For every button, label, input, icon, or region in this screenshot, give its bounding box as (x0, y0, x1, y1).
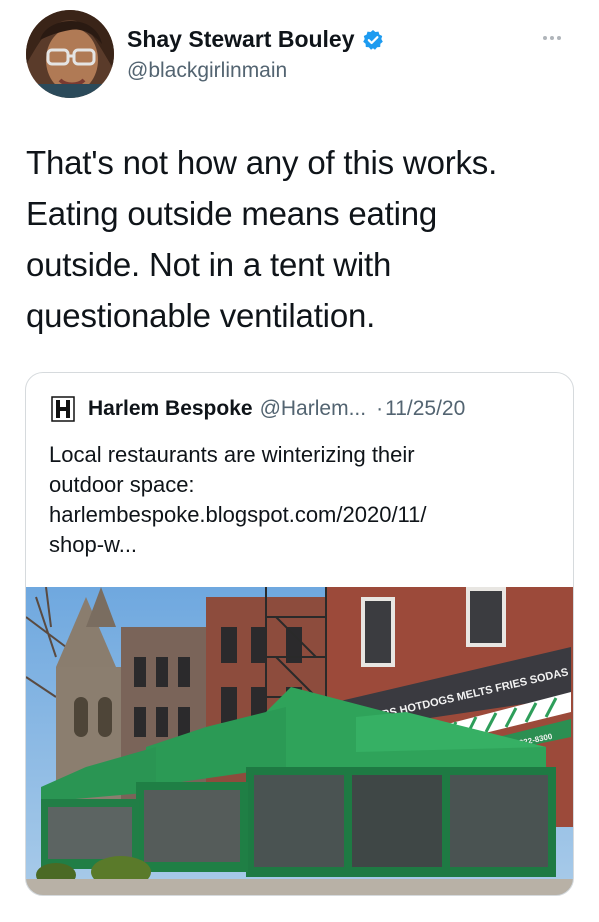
avatar[interactable] (26, 10, 114, 98)
tweet-text: That's not how any of this works. Eating… (26, 137, 576, 341)
tweet-header: Shay Stewart Bouley @blackgirlinmain (0, 0, 599, 110)
quoted-text-link[interactable]: harlembespoke.blogspot.com/2020/11/ (49, 500, 549, 530)
verified-badge-icon (362, 28, 384, 50)
quoted-tweet-card[interactable]: Harlem Bespoke @Harlem... · 11/25/20 Loc… (25, 372, 574, 896)
tweet-text-line: outside. Not in a tent with (26, 246, 392, 283)
quoted-text-line: outdoor space: (49, 472, 195, 497)
avatar-image (26, 10, 114, 98)
quoted-date[interactable]: 11/25/20 (385, 397, 465, 421)
quoted-text-link[interactable]: shop-w... (49, 530, 549, 560)
quoted-display-name[interactable]: Harlem Bespoke (88, 397, 253, 421)
quoted-text-line: Local restaurants are winterizing their (49, 442, 415, 467)
more-options-icon[interactable] (543, 28, 573, 48)
author-handle[interactable]: @blackgirlinmain (127, 56, 384, 86)
quoted-separator: · (376, 397, 384, 420)
harlem-bespoke-logo-icon (50, 396, 76, 422)
tweet-text-line: That's not how any of this works. (26, 144, 498, 181)
quoted-tweet-text: Local restaurants are winterizing their … (49, 440, 549, 560)
quoted-tweet-photo[interactable]: BURGERS HOTDOGS MELTS FRIES SODAS 212-22… (26, 586, 573, 895)
quoted-handle[interactable]: @Harlem... (260, 397, 367, 421)
author-display-name[interactable]: Shay Stewart Bouley (127, 24, 355, 54)
tweet-text-line: Eating outside means eating (26, 195, 438, 232)
quoted-tweet-header: Harlem Bespoke @Harlem... · 11/25/20 (50, 396, 465, 422)
author-display-name-row[interactable]: Shay Stewart Bouley (127, 24, 384, 54)
tweet-text-line: questionable ventilation. (26, 297, 376, 334)
